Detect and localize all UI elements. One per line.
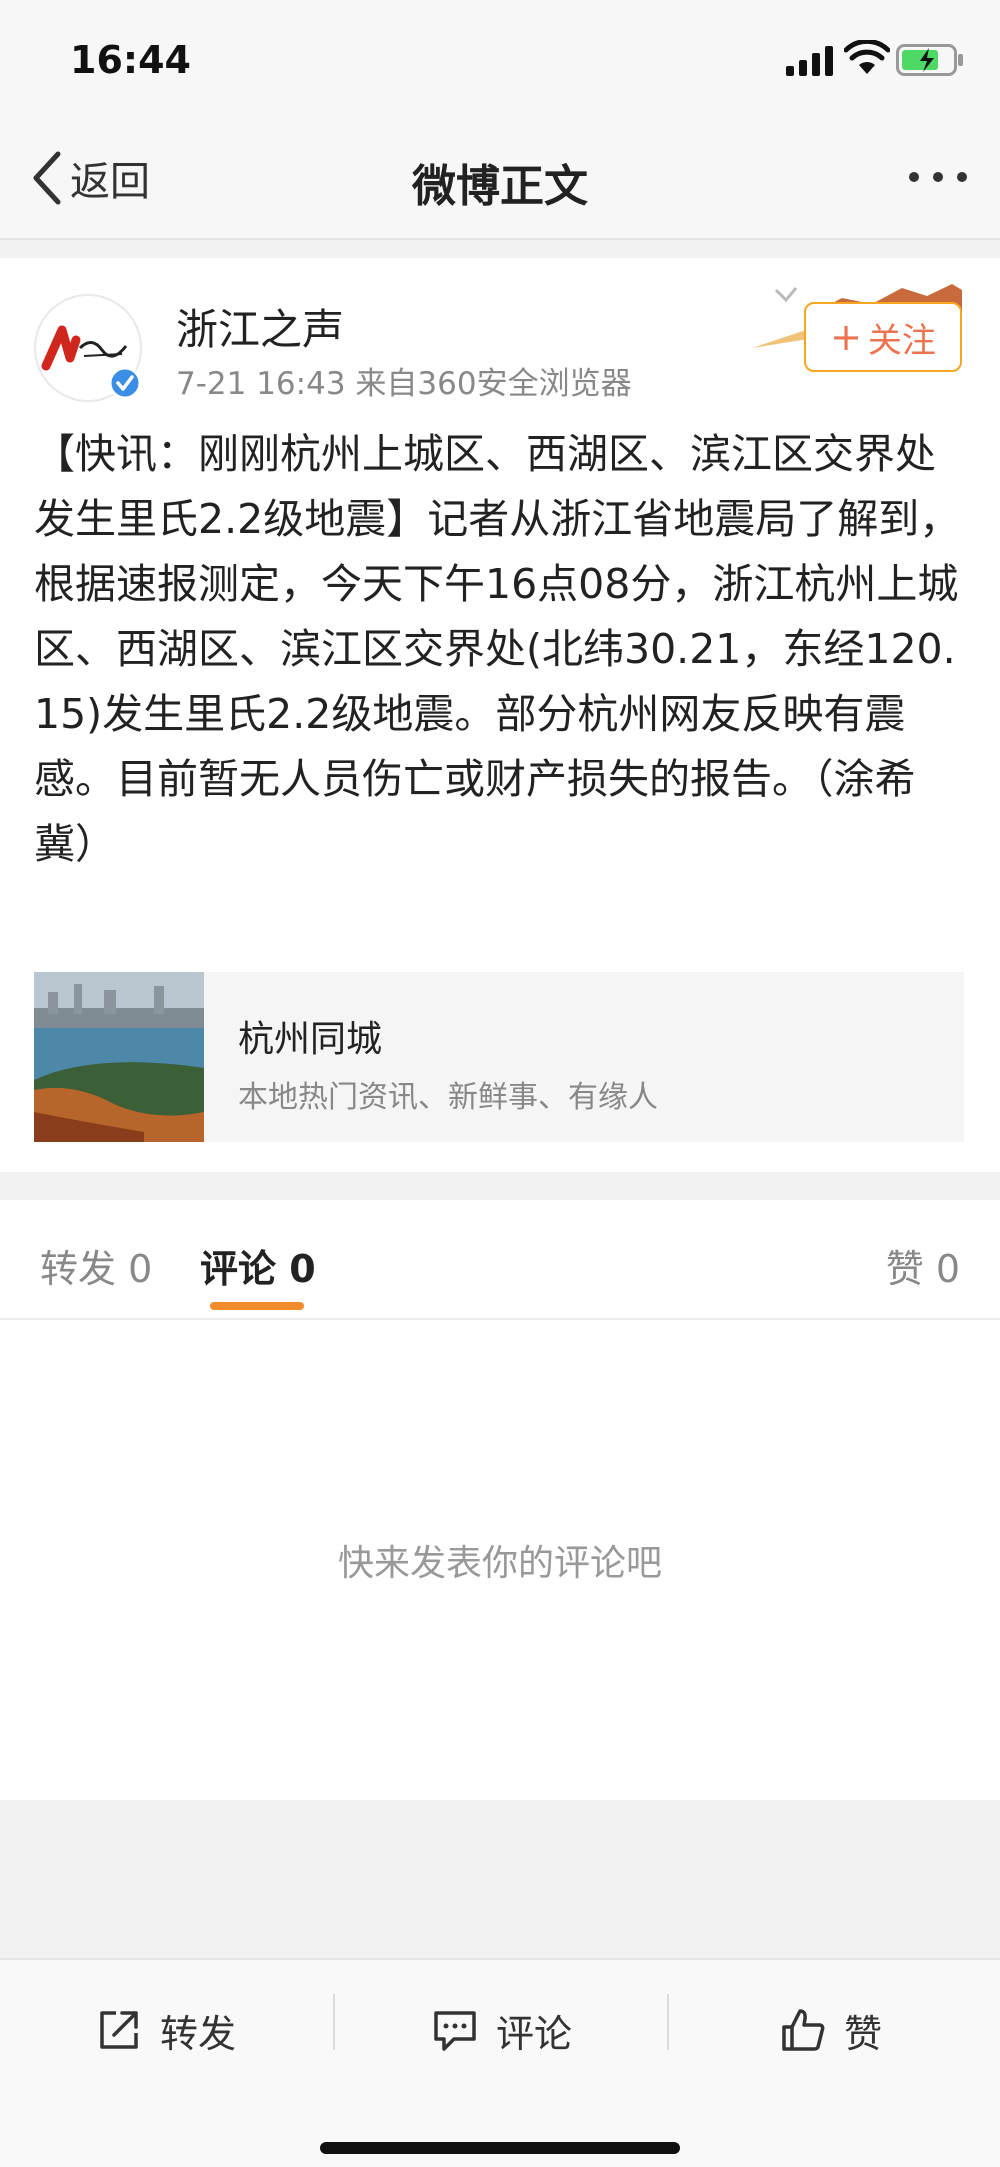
repost-label: 转发: [160, 2011, 237, 2056]
post-card: 浙江之声 7-21 16:43 来自360安全浏览器 + 关注 【快讯：刚刚杭州…: [0, 258, 1000, 1172]
divider: [333, 1994, 335, 2050]
repost-button[interactable]: 转发: [96, 1990, 236, 2070]
comment-button[interactable]: 评论: [432, 1990, 572, 2070]
tab-like[interactable]: 赞 0: [886, 1238, 960, 1293]
divider: [667, 1994, 669, 2050]
interaction-panel: 转发 0 评论 0 赞 0 快来发表你的评论吧: [0, 1200, 1000, 1800]
hangzhou-thumbnail-image: [34, 972, 204, 1142]
like-icon: [782, 2009, 825, 2051]
post-meta: 7-21 16:43 来自360安全浏览器: [176, 366, 632, 402]
wifi-icon: [844, 40, 890, 74]
comment-icon: [434, 2011, 476, 2051]
bottom-action-bar: 转发 评论 赞: [0, 1958, 1000, 2167]
verified-icon: [108, 366, 142, 400]
active-tab-indicator: [210, 1302, 304, 1310]
share-icon: [100, 2011, 138, 2049]
tab-repost[interactable]: 转发 0: [40, 1238, 152, 1293]
plus-icon: +: [830, 315, 862, 359]
post-content: 【快讯：刚刚杭州上城区、西湖区、滨江区交界处发生里氏2.2级地震】记者从浙江省地…: [34, 430, 961, 868]
share-card-subtitle: 本地热门资讯、新鲜事、有缘人: [238, 1080, 658, 1115]
author-name[interactable]: 浙江之声: [176, 296, 344, 357]
comment-label: 评论: [496, 2011, 573, 2056]
tab-comment[interactable]: 评论 0: [200, 1238, 316, 1293]
status-bar: 16:44: [0, 0, 1000, 120]
share-card-title: 杭州同城: [238, 1019, 383, 1060]
more-icon[interactable]: [906, 162, 970, 192]
share-card[interactable]: 杭州同城 本地热门资讯、新鲜事、有缘人: [34, 972, 964, 1142]
follow-label: 关注: [867, 320, 936, 361]
like-label: 赞: [844, 2011, 883, 2056]
divider: [0, 1318, 1000, 1320]
status-time: 16:44: [70, 38, 191, 82]
page-title: 微博正文: [412, 161, 588, 212]
nav-bar: 返回 微博正文: [0, 120, 1000, 240]
signal-icon: [786, 46, 833, 76]
follow-button[interactable]: + 关注: [804, 302, 962, 372]
battery-icon: [896, 44, 963, 76]
home-indicator[interactable]: [320, 2142, 680, 2154]
empty-comments-text: 快来发表你的评论吧: [337, 1543, 662, 1584]
like-button[interactable]: 赞: [780, 1990, 882, 2070]
